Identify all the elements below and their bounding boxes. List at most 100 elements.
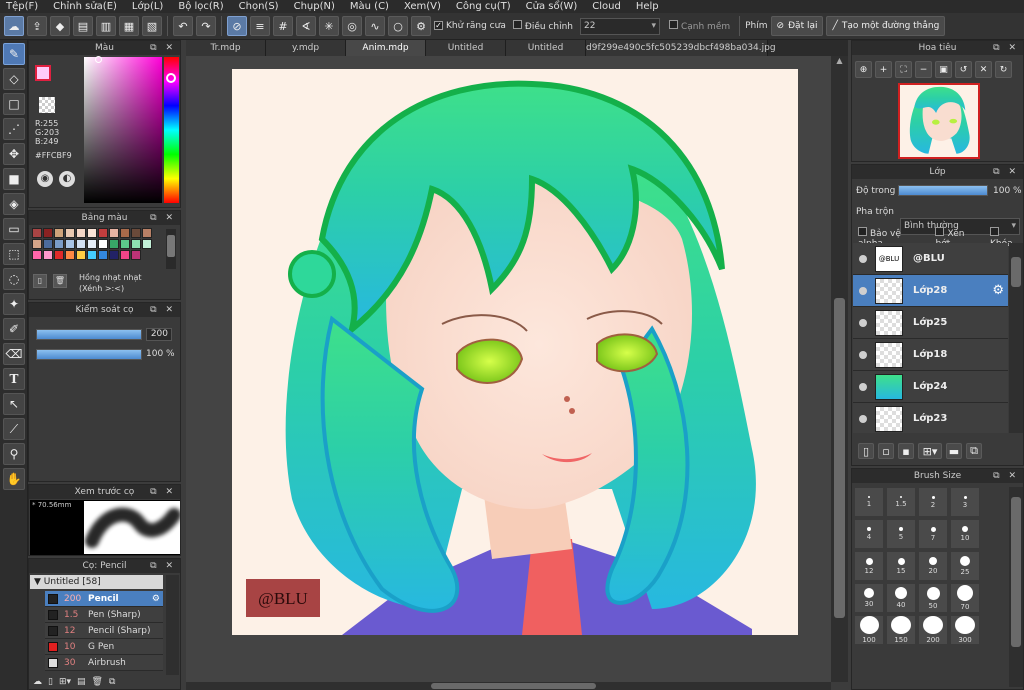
select-pen-tool-icon[interactable]: ✐: [3, 318, 25, 340]
color-picker-field[interactable]: [84, 57, 162, 203]
vertical-scroll-thumb[interactable]: [834, 298, 845, 618]
text-tool-icon[interactable]: T: [3, 368, 25, 390]
palette-swatch[interactable]: [87, 228, 97, 238]
horizontal-scroll-thumb[interactable]: [431, 683, 596, 689]
circle-snap-icon[interactable]: ○: [388, 16, 408, 36]
snap-settings-icon[interactable]: ⚙: [411, 16, 431, 36]
reset-view-icon[interactable]: ✕: [975, 61, 992, 78]
brush-settings-icon[interactable]: ▤: [77, 677, 86, 687]
menu-item[interactable]: Chụp(N): [288, 0, 344, 13]
color-wheel-icon[interactable]: ◐: [59, 171, 75, 187]
brush-size-scrollbar[interactable]: [1009, 487, 1023, 687]
gradient-tool-icon[interactable]: ▭: [3, 218, 25, 240]
palette-new-icon[interactable]: ▯: [33, 274, 47, 288]
panel-icon[interactable]: ▤: [73, 16, 93, 36]
dot-brush-tool-icon[interactable]: ⋰: [3, 118, 25, 140]
brush-size-cell[interactable]: 4: [854, 519, 884, 549]
layer-row[interactable]: Lớp23: [853, 403, 1008, 433]
palette-swatch[interactable]: [142, 228, 152, 238]
menu-item[interactable]: Cửa sổ(W): [520, 0, 587, 13]
palette-swatch[interactable]: [98, 250, 108, 260]
cloud-icon[interactable]: ☁: [4, 16, 24, 36]
brush-list-scrollbar[interactable]: [166, 575, 179, 675]
brush-size-cell[interactable]: 12: [854, 551, 884, 581]
layer-row[interactable]: @BLU @BLU: [853, 243, 1008, 275]
export-icon[interactable]: ⇪: [27, 16, 47, 36]
visibility-eye-icon[interactable]: [859, 286, 867, 295]
antialias-checkbox[interactable]: ✓ Khử răng cưa: [434, 21, 506, 31]
menu-item[interactable]: Tệp(F): [0, 0, 47, 13]
menu-item[interactable]: Lớp(L): [126, 0, 172, 13]
document-tab[interactable]: Untitled: [426, 40, 506, 56]
canvas-horizontal-scrollbar[interactable]: [186, 682, 831, 690]
layer-list-scrollbar[interactable]: [1009, 243, 1023, 433]
menu-item[interactable]: Help: [630, 0, 668, 13]
palette-swatch[interactable]: [131, 239, 141, 249]
palette-swatch[interactable]: [109, 228, 119, 238]
brush-size-cell[interactable]: 70: [950, 583, 980, 613]
palette-swatch[interactable]: [142, 239, 152, 249]
document-tab[interactable]: Tr.mdp: [186, 40, 266, 56]
palette-swatch[interactable]: [131, 228, 141, 238]
palette-swatch[interactable]: [87, 250, 97, 260]
brush-size-cell[interactable]: 100: [854, 615, 884, 645]
zoom-out-icon[interactable]: −: [915, 61, 932, 78]
radial-snap-icon[interactable]: ✳: [319, 16, 339, 36]
palette-swatch[interactable]: [32, 250, 42, 260]
palette-scrollbar[interactable]: [166, 229, 176, 269]
layer-row[interactable]: Lớp25: [853, 307, 1008, 339]
add-layer-menu-icon[interactable]: ⊞▾: [918, 443, 942, 459]
visibility-eye-icon[interactable]: [859, 254, 867, 263]
palette-swatch[interactable]: [43, 228, 53, 238]
visibility-eye-icon[interactable]: [859, 382, 867, 391]
palette-swatch[interactable]: [54, 228, 64, 238]
brush-size-cell[interactable]: 25: [950, 551, 980, 581]
new-raster-layer-icon[interactable]: ▫: [878, 443, 894, 459]
layer-row[interactable]: Lớp18: [853, 339, 1008, 371]
correction-checkbox[interactable]: Điều chỉnh: [512, 20, 573, 32]
palette-swatch[interactable]: [65, 239, 75, 249]
palette-swatch[interactable]: [109, 239, 119, 249]
palette-swatch[interactable]: [76, 228, 86, 238]
actual-size-icon[interactable]: ▣: [935, 61, 952, 78]
hand-tool-icon[interactable]: ✋: [3, 468, 25, 490]
brush-size-cell[interactable]: 5: [886, 519, 916, 549]
panel-close-icon[interactable]: ⧉ ✕: [150, 41, 176, 55]
menu-item[interactable]: Xem(V): [398, 0, 450, 13]
panel-close-icon[interactable]: ⧉ ✕: [150, 559, 176, 573]
palette-swatch[interactable]: [98, 239, 108, 249]
undo-icon[interactable]: ↶: [173, 16, 193, 36]
visibility-eye-icon[interactable]: [859, 350, 867, 359]
brush-size-cell[interactable]: 10: [950, 519, 980, 549]
transparent-color-swatch[interactable]: [39, 97, 55, 113]
document-tab[interactable]: Untitled: [506, 40, 586, 56]
brush-size-cell[interactable]: 30: [854, 583, 884, 613]
add-brush-icon[interactable]: ⊞▾: [59, 677, 71, 687]
palette-swatch[interactable]: [54, 250, 64, 260]
palette-swatch[interactable]: [87, 239, 97, 249]
new-brush-icon[interactable]: ▯: [48, 677, 53, 687]
panel-close-icon[interactable]: ⧉ ✕: [993, 165, 1019, 179]
delete-brush-icon[interactable]: 🗑: [92, 677, 103, 687]
folder-icon[interactable]: ▬: [946, 443, 962, 459]
menu-item[interactable]: Công cụ(T): [450, 0, 520, 13]
fill-rect-tool-icon[interactable]: ■: [3, 168, 25, 190]
document-tab[interactable]: y.mdp: [266, 40, 346, 56]
duplicate-brush-icon[interactable]: ⧉: [109, 677, 115, 687]
panel-close-icon[interactable]: ⧉ ✕: [150, 485, 176, 499]
palette-swatch[interactable]: [109, 250, 119, 260]
zoom-in-icon[interactable]: +: [875, 61, 892, 78]
grid-snap-icon[interactable]: #: [273, 16, 293, 36]
palette-swatch[interactable]: [120, 239, 130, 249]
eraser-tool-icon[interactable]: ◇: [3, 68, 25, 90]
brush-row[interactable]: 30 Airbrush: [45, 655, 163, 671]
brush-size-cell[interactable]: 3: [950, 487, 980, 517]
brush-tool-icon[interactable]: ✎: [3, 43, 25, 65]
redo-icon[interactable]: ↷: [196, 16, 216, 36]
brush-size-slider[interactable]: [36, 329, 142, 340]
layer-row[interactable]: Lớp24: [853, 371, 1008, 403]
palette-scroll-thumb[interactable]: [167, 235, 175, 257]
brush-size-value[interactable]: 200: [146, 328, 172, 341]
panel-close-icon[interactable]: ⧉ ✕: [993, 41, 1019, 55]
panel-close-icon[interactable]: ⧉ ✕: [150, 303, 176, 317]
